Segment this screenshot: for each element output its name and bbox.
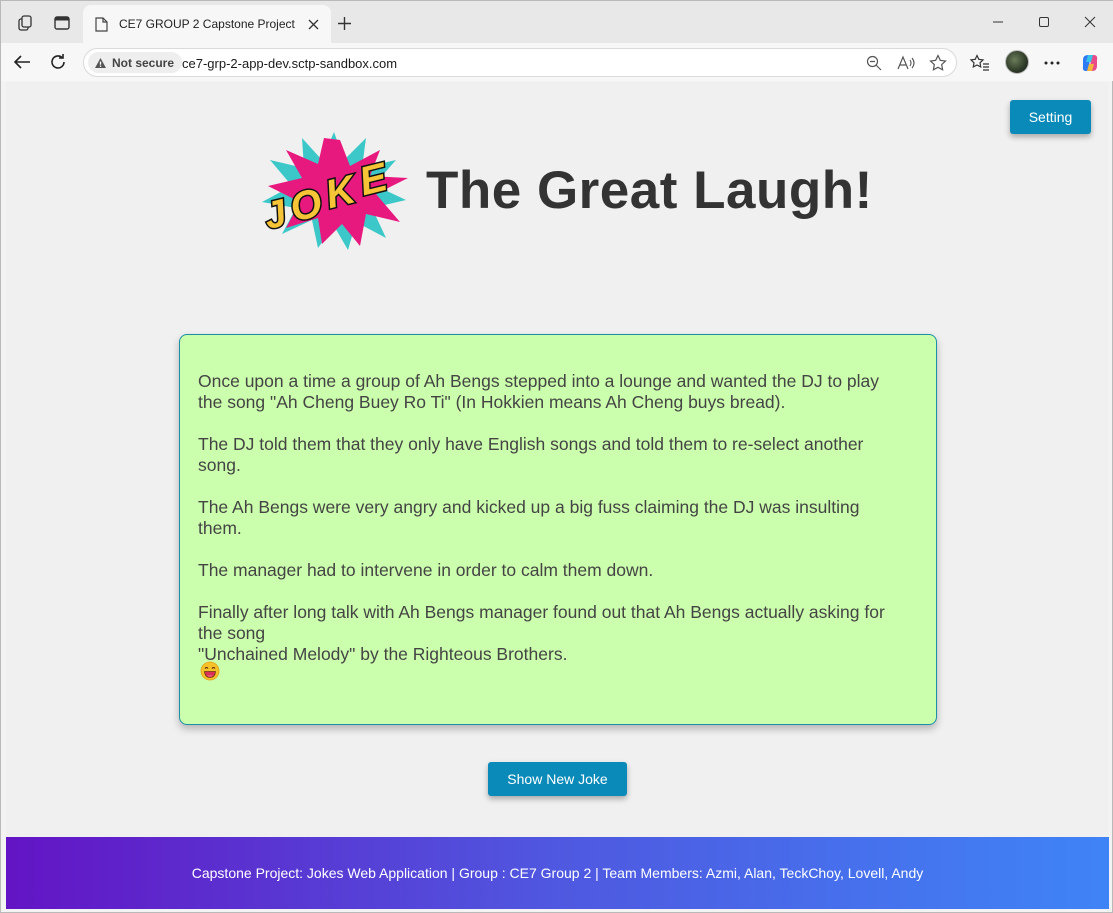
joke-line: them. (198, 518, 242, 538)
joke-line: song. (198, 455, 241, 475)
joke-paragraph: The manager had to intervene in order to… (198, 560, 918, 581)
joke-line: the song "Ah Cheng Buey Ro Ti" (In Hokki… (198, 392, 786, 412)
joke-line: the song (198, 623, 266, 643)
workspaces-icon[interactable] (15, 12, 37, 34)
joke-line: Finally after long talk with Ah Bengs ma… (198, 602, 885, 622)
profile-avatar[interactable] (1005, 50, 1029, 74)
joke-line: "Unchained Melody" by the Righteous Brot… (198, 644, 568, 664)
setting-button[interactable]: Setting (1010, 100, 1091, 134)
page-content: Setting J O K E The Great Laugh! Once up… (6, 82, 1109, 909)
copilot-icon[interactable] (1079, 52, 1101, 74)
maximize-icon[interactable] (1032, 11, 1056, 33)
joke-card: Once upon a time a group of Ah Bengs ste… (179, 334, 937, 725)
back-icon[interactable] (10, 51, 34, 73)
joke-paragraph: The DJ told them that they only have Eng… (198, 434, 918, 476)
favorites-icon[interactable] (969, 52, 991, 74)
joke-paragraph: The Ah Bengs were very angry and kicked … (198, 497, 918, 539)
close-window-icon[interactable] (1078, 11, 1102, 33)
joke-line: The Ah Bengs were very angry and kicked … (198, 497, 860, 517)
read-aloud-icon[interactable] (896, 54, 916, 72)
footer-text: Capstone Project: Jokes Web Application … (191, 865, 924, 881)
joke-line: The manager had to intervene in order to… (198, 560, 654, 580)
joke-logo: J O K E (256, 130, 412, 250)
tab-actions-icon[interactable] (51, 12, 73, 34)
favorite-star-icon[interactable] (928, 54, 948, 72)
minimize-icon[interactable] (986, 11, 1010, 33)
footer: Capstone Project: Jokes Web Application … (6, 837, 1109, 909)
joke-paragraph: Once upon a time a group of Ah Bengs ste… (198, 371, 918, 413)
page-title: The Great Laugh! (426, 161, 873, 220)
active-tab[interactable]: CE7 GROUP 2 Capstone Project (83, 5, 331, 43)
show-new-joke-button[interactable]: Show New Joke (488, 762, 627, 796)
page-icon (93, 16, 109, 32)
refresh-icon[interactable] (46, 51, 70, 73)
warning-icon (94, 57, 107, 69)
zoom-out-icon[interactable] (864, 54, 884, 72)
tab-strip: CE7 GROUP 2 Capstone Project (1, 1, 1113, 43)
joke-line: Once upon a time a group of Ah Bengs ste… (198, 371, 880, 391)
close-tab-icon[interactable] (305, 16, 321, 32)
security-label: Not secure (112, 55, 175, 70)
browser-window: CE7 GROUP 2 Capstone Project Not secure … (0, 0, 1113, 913)
security-indicator[interactable]: Not secure (88, 52, 183, 73)
address-bar[interactable]: Not secure ce7-grp-2-app-dev.sctp-sandbo… (83, 48, 957, 77)
navigation-bar: Not secure ce7-grp-2-app-dev.sctp-sandbo… (1, 43, 1113, 81)
joke-line: The DJ told them that they only have Eng… (198, 434, 864, 454)
url-text[interactable]: ce7-grp-2-app-dev.sctp-sandbox.com (182, 56, 397, 71)
tab-title: CE7 GROUP 2 Capstone Project (119, 17, 295, 31)
more-options-icon[interactable] (1041, 52, 1063, 74)
joke-paragraph: Finally after long talk with Ah Bengs ma… (198, 602, 918, 665)
new-tab-button[interactable] (333, 12, 355, 34)
laughing-face-emoji-icon (200, 661, 220, 681)
